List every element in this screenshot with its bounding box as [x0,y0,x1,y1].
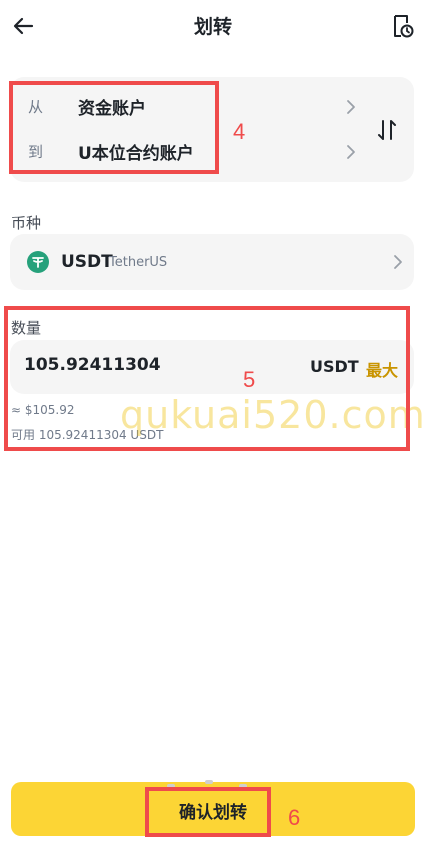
handle-mark [205,780,213,784]
page-title: 划转 [193,16,232,38]
annotation-box-5 [4,306,410,451]
coin-selector[interactable]: USDT TetherUS [10,234,414,290]
usdt-coin-icon [27,251,49,273]
chevron-right-icon [342,143,360,161]
coin-symbol: USDT [61,252,113,272]
header: 划转 [0,0,426,52]
history-icon[interactable] [388,12,416,40]
annotation-box-4 [9,81,219,174]
annotation-box-6 [145,787,271,837]
swap-icon[interactable] [372,115,402,145]
annotation-number-4: 4 [233,119,246,144]
coin-section-title: 币种 [11,214,42,232]
chevron-right-icon [342,98,360,116]
chevron-right-icon [389,253,407,271]
annotation-number-6: 6 [288,805,301,830]
coin-name: TetherUS [109,255,168,270]
annotation-number-5: 5 [243,367,256,392]
